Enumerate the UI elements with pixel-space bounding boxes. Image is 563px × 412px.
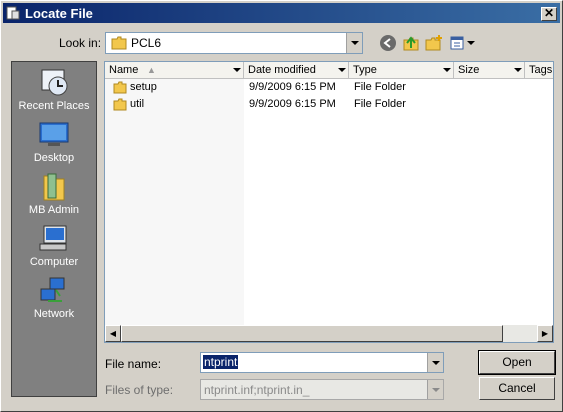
chevron-down-icon bbox=[431, 360, 440, 365]
arrow-left-icon: ◀ bbox=[109, 329, 117, 338]
close-icon: ✕ bbox=[543, 6, 555, 20]
file-type-label: Files of type: bbox=[105, 383, 174, 397]
places-bar: Recent Places Desktop MB Admin Computer … bbox=[11, 61, 97, 397]
column-header-label: Date modified bbox=[248, 64, 316, 76]
chevron-down-icon bbox=[338, 68, 346, 72]
file-type-value: ntprint.inf;ntprint.in_ bbox=[204, 383, 310, 397]
place-desktop[interactable]: Desktop bbox=[12, 120, 96, 164]
place-network[interactable]: Network bbox=[12, 276, 96, 320]
chevron-down-icon bbox=[350, 41, 359, 45]
window-title: Locate File bbox=[25, 6, 93, 21]
title-bar[interactable]: Locate File ✕ bbox=[3, 3, 560, 23]
place-recent-places[interactable]: Recent Places bbox=[12, 68, 96, 112]
chevron-down-icon bbox=[514, 68, 522, 72]
look-in-value: PCL6 bbox=[131, 36, 162, 50]
file-name-field[interactable]: ntprint bbox=[200, 352, 444, 373]
look-in-label: Look in: bbox=[59, 36, 102, 50]
column-dropdown-button[interactable] bbox=[442, 64, 452, 76]
table-row[interactable]: util 9/9/2009 6:15 PM File Folder bbox=[105, 96, 553, 113]
column-dropdown-button[interactable] bbox=[232, 64, 242, 76]
view-menu-icon[interactable] bbox=[450, 34, 468, 52]
scroll-right-button[interactable]: ▶ bbox=[537, 325, 553, 342]
file-type-dropdown[interactable]: ntprint.inf;ntprint.in_ bbox=[200, 379, 444, 400]
file-type: File Folder bbox=[354, 81, 406, 93]
table-row[interactable]: setup 9/9/2009 6:15 PM File Folder bbox=[105, 79, 553, 96]
place-computer[interactable]: Computer bbox=[12, 224, 96, 268]
name-column-background bbox=[105, 79, 244, 325]
cancel-button[interactable]: Cancel bbox=[479, 377, 555, 400]
file-list[interactable]: Name ▲ Date modified Type Size Tags setu… bbox=[104, 61, 554, 343]
computer-icon bbox=[39, 225, 67, 251]
column-header-type[interactable]: Type bbox=[349, 62, 454, 79]
file-name: util bbox=[130, 98, 145, 110]
column-header-label: Name bbox=[109, 64, 139, 76]
file-type: File Folder bbox=[354, 98, 406, 110]
chevron-down-icon[interactable] bbox=[467, 41, 475, 45]
back-icon[interactable] bbox=[379, 34, 397, 52]
column-header-label: Size bbox=[458, 64, 480, 76]
look-in-dropdown-button[interactable] bbox=[346, 33, 362, 53]
up-folder-icon[interactable] bbox=[402, 34, 420, 52]
folder-icon bbox=[113, 81, 127, 94]
scroll-thumb[interactable] bbox=[121, 325, 503, 342]
sort-up-icon: ▲ bbox=[147, 65, 156, 75]
file-name-label: File name: bbox=[105, 357, 162, 371]
chevron-down-icon bbox=[443, 68, 451, 72]
close-button[interactable]: ✕ bbox=[541, 7, 557, 21]
column-header-date-modified[interactable]: Date modified bbox=[244, 62, 349, 79]
place-label: Computer bbox=[29, 256, 79, 268]
file-name-dropdown-button[interactable] bbox=[427, 353, 443, 372]
folder-icon bbox=[113, 98, 127, 111]
column-header-size[interactable]: Size bbox=[454, 62, 525, 79]
place-label: Network bbox=[33, 308, 75, 320]
column-header-tags[interactable]: Tags bbox=[525, 62, 553, 79]
horizontal-scrollbar[interactable]: ◀ ▶ bbox=[105, 325, 553, 342]
open-button[interactable]: Open bbox=[478, 350, 556, 375]
locate-file-dialog: Locate File ✕ Look in: PCL6 Recent Place… bbox=[0, 0, 563, 412]
scroll-left-button[interactable]: ◀ bbox=[105, 325, 121, 342]
file-type-dropdown-button[interactable] bbox=[427, 380, 443, 399]
chevron-down-icon bbox=[431, 387, 440, 392]
user-folder-icon bbox=[43, 173, 65, 201]
file-date: 9/9/2009 6:15 PM bbox=[249, 81, 336, 93]
chevron-down-icon bbox=[233, 68, 241, 72]
column-header-label: Tags bbox=[529, 64, 553, 76]
app-icon bbox=[6, 6, 20, 20]
file-date: 9/9/2009 6:15 PM bbox=[249, 98, 336, 110]
column-header-label: Type bbox=[353, 64, 377, 76]
look-in-dropdown[interactable]: PCL6 bbox=[105, 32, 363, 54]
new-folder-icon[interactable] bbox=[425, 34, 443, 52]
file-name: setup bbox=[130, 81, 157, 93]
column-dropdown-button[interactable] bbox=[337, 64, 347, 76]
place-label: Recent Places bbox=[18, 100, 90, 112]
recent-places-icon bbox=[41, 69, 68, 96]
network-icon bbox=[40, 277, 65, 302]
folder-icon bbox=[111, 36, 127, 50]
place-mb-admin[interactable]: MB Admin bbox=[12, 172, 96, 216]
file-name-value: ntprint bbox=[203, 355, 239, 369]
place-label: Desktop bbox=[33, 152, 75, 164]
column-header-name[interactable]: Name ▲ bbox=[105, 62, 244, 79]
place-label: MB Admin bbox=[28, 204, 80, 216]
desktop-icon bbox=[39, 122, 69, 146]
column-dropdown-button[interactable] bbox=[513, 64, 523, 76]
arrow-right-icon: ▶ bbox=[541, 329, 549, 338]
